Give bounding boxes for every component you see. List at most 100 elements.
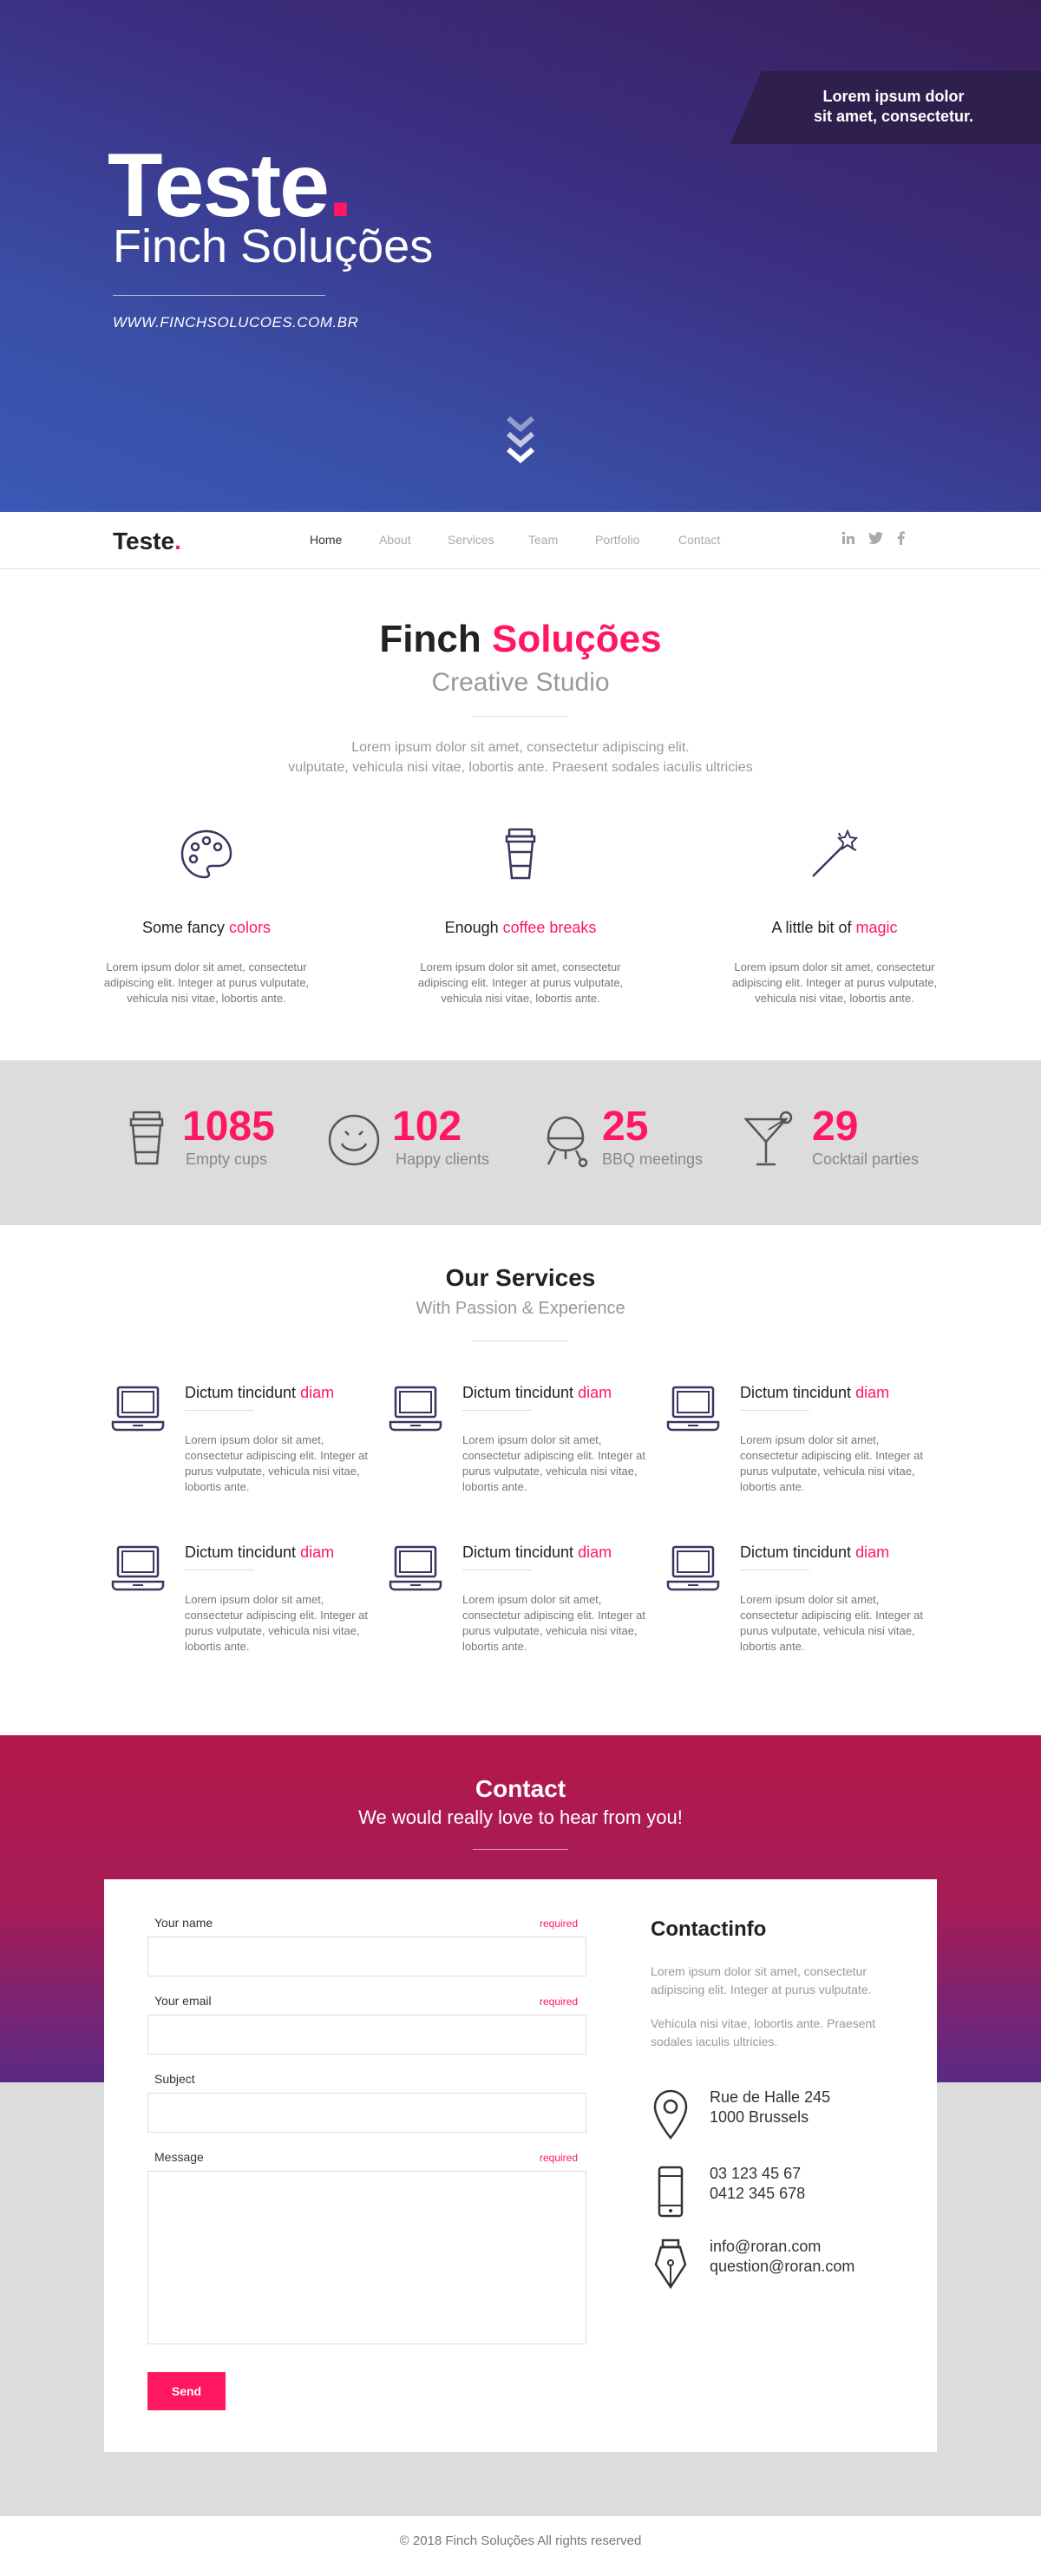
- hero-section: Lorem ipsum dolor sit amet, consectetur.…: [0, 0, 1041, 512]
- hero-subtitle: Finch Soluções: [113, 220, 434, 272]
- palette-icon: [180, 829, 232, 879]
- feature-title: A little bit of magic: [730, 919, 939, 937]
- stat-number: 29: [812, 1104, 859, 1150]
- stat-number: 1085: [182, 1104, 275, 1150]
- contact-divider: [473, 1849, 568, 1850]
- facebook-icon[interactable]: [897, 531, 905, 545]
- service-title-highlight: diam: [855, 1544, 890, 1561]
- laptop-icon: [389, 1386, 442, 1432]
- service-text: Lorem ipsum dolor sit amet, consectetur …: [462, 1433, 646, 1493]
- service-title-highlight: diam: [855, 1384, 890, 1401]
- footer-copyright: © 2018 Finch Soluções All rights reserve…: [399, 2533, 642, 2548]
- map-pin-icon: [653, 2089, 688, 2140]
- service-title-text: Dictum tincidunt: [185, 1544, 297, 1561]
- send-button[interactable]: Send: [147, 2372, 226, 2410]
- feature-coffee: Enough coffee breaks Lorem ipsum dolor s…: [416, 824, 625, 1006]
- phone-line-2: 0412 345 678: [710, 2185, 806, 2202]
- service-text: Lorem ipsum dolor sit amet, consectetur …: [185, 1433, 369, 1493]
- scroll-down-chevrons-icon[interactable]: [505, 415, 536, 475]
- nav-item-about[interactable]: About: [379, 533, 411, 547]
- contactinfo-text-2: Vehicula nisi vitae, lobortis ante. Prae…: [651, 2016, 876, 2048]
- feature-title-highlight: magic: [855, 919, 898, 936]
- service-text: Lorem ipsum dolor sit amet, consectetur …: [740, 1433, 924, 1493]
- feature-text: Lorem ipsum dolor sit amet, consectetur …: [103, 960, 310, 1005]
- feature-title: Enough coffee breaks: [416, 919, 625, 937]
- smiley-icon: [328, 1114, 380, 1166]
- pen-nib-icon: [654, 2238, 687, 2290]
- nav-item-contact[interactable]: Contact: [678, 533, 720, 547]
- banner-line-1: Lorem ipsum dolor: [822, 88, 965, 105]
- service-item: Dictum tincidunt diam Lorem ipsum dolor s…: [111, 1384, 368, 1523]
- feature-title-text: A little bit of: [771, 919, 852, 936]
- service-divider: [185, 1410, 254, 1411]
- feature-title-text: Some fancy: [141, 919, 225, 936]
- phone-text: 03 123 45 67 0412 345 678: [710, 2164, 805, 2204]
- service-title-highlight: diam: [300, 1384, 335, 1401]
- address-line-1: Rue de Halle 245: [710, 2088, 831, 2106]
- stat-label: Happy clients: [396, 1150, 490, 1168]
- service-text: Lorem ipsum dolor sit amet, consectetur …: [185, 1593, 369, 1653]
- services-subtitle: With Passion & Experience: [416, 1299, 625, 1318]
- stat-label: Cocktail parties: [812, 1150, 920, 1168]
- name-input[interactable]: [147, 1937, 586, 1976]
- intro-text-line-1: Lorem ipsum dolor sit amet, consectetur …: [351, 740, 690, 755]
- coffee-cup-icon: [505, 828, 536, 880]
- phone-line-1: 03 123 45 67: [710, 2165, 802, 2182]
- address-text: Rue de Halle 245 1000 Brussels: [710, 2088, 830, 2127]
- service-item: Dictum tincidunt diam Lorem ipsum dolor s…: [666, 1384, 923, 1523]
- service-title-text: Dictum tincidunt: [740, 1384, 852, 1401]
- nav-item-home[interactable]: Home: [310, 533, 342, 547]
- service-title-highlight: diam: [578, 1544, 612, 1561]
- feature-title: Some fancy colors: [102, 919, 311, 937]
- service-title: Dictum tincidunt diam: [185, 1384, 334, 1402]
- service-title: Dictum tincidunt diam: [740, 1544, 889, 1562]
- service-text: Lorem ipsum dolor sit amet, consectetur …: [462, 1593, 646, 1653]
- services-title: Our Services: [445, 1264, 596, 1291]
- twitter-icon[interactable]: [868, 532, 883, 544]
- intro-title-b: Soluções: [491, 618, 662, 660]
- feature-title-text: Enough: [444, 919, 499, 936]
- linkedin-icon[interactable]: [841, 531, 855, 545]
- coffee-cup-icon: [129, 1111, 164, 1165]
- service-divider: [462, 1410, 532, 1411]
- name-label: Your name: [154, 1916, 213, 1930]
- feature-text: Lorem ipsum dolor sit amet, consectetur …: [731, 960, 938, 1005]
- message-textarea[interactable]: [147, 2171, 586, 2344]
- nav-item-services[interactable]: Services: [448, 533, 494, 547]
- contact-title: Contact: [475, 1775, 566, 1802]
- email-line-1[interactable]: info@roran.com: [710, 2237, 854, 2257]
- service-item: Dictum tincidunt diam Lorem ipsum dolor s…: [389, 1544, 645, 1682]
- email-text: info@roran.com question@roran.com: [710, 2237, 854, 2277]
- email-line-2[interactable]: question@roran.com: [710, 2257, 854, 2277]
- feature-colors: Some fancy colors Lorem ipsum dolor sit …: [102, 824, 311, 1006]
- hero-url-link[interactable]: WWW.FINCHSOLUCOES.COM.BR: [113, 314, 358, 331]
- intro-title: Finch Soluções: [0, 618, 1041, 661]
- intro-subtitle: Creative Studio: [431, 668, 610, 697]
- subject-input[interactable]: [147, 2093, 586, 2133]
- service-title: Dictum tincidunt diam: [185, 1544, 334, 1562]
- stats-section: 1085 Empty cups 102 Happy clients 25 BBQ…: [0, 1060, 1041, 1225]
- contactinfo-title: Contactinfo: [651, 1917, 767, 1941]
- laptop-icon: [111, 1545, 165, 1591]
- hero-divider: [113, 295, 325, 296]
- intro-divider: [473, 716, 568, 717]
- nav-brand[interactable]: Teste.: [113, 528, 181, 555]
- service-item: Dictum tincidunt diam Lorem ipsum dolor s…: [389, 1384, 645, 1523]
- service-text: Lorem ipsum dolor sit amet, consectetur …: [740, 1593, 924, 1653]
- stat-number: 102: [392, 1104, 462, 1150]
- email-input[interactable]: [147, 2015, 586, 2055]
- nav-item-portfolio[interactable]: Portfolio: [595, 533, 639, 547]
- feature-text: Lorem ipsum dolor sit amet, consectetur …: [417, 960, 624, 1005]
- intro-text: Lorem ipsum dolor sit amet, consectetur …: [217, 737, 824, 777]
- service-divider: [740, 1410, 809, 1411]
- service-title-highlight: diam: [578, 1384, 612, 1401]
- service-title: Dictum tincidunt diam: [740, 1384, 889, 1402]
- subject-label: Subject: [154, 2072, 195, 2086]
- bbq-grill-icon: [547, 1116, 588, 1168]
- nav-item-team[interactable]: Team: [528, 533, 558, 547]
- message-label: Message: [154, 2150, 204, 2164]
- service-title-text: Dictum tincidunt: [462, 1384, 574, 1401]
- service-item: Dictum tincidunt diam Lorem ipsum dolor s…: [666, 1544, 923, 1682]
- contactinfo-text-1: Lorem ipsum dolor sit amet, consectetur …: [651, 1964, 872, 1996]
- service-title-text: Dictum tincidunt: [740, 1544, 852, 1561]
